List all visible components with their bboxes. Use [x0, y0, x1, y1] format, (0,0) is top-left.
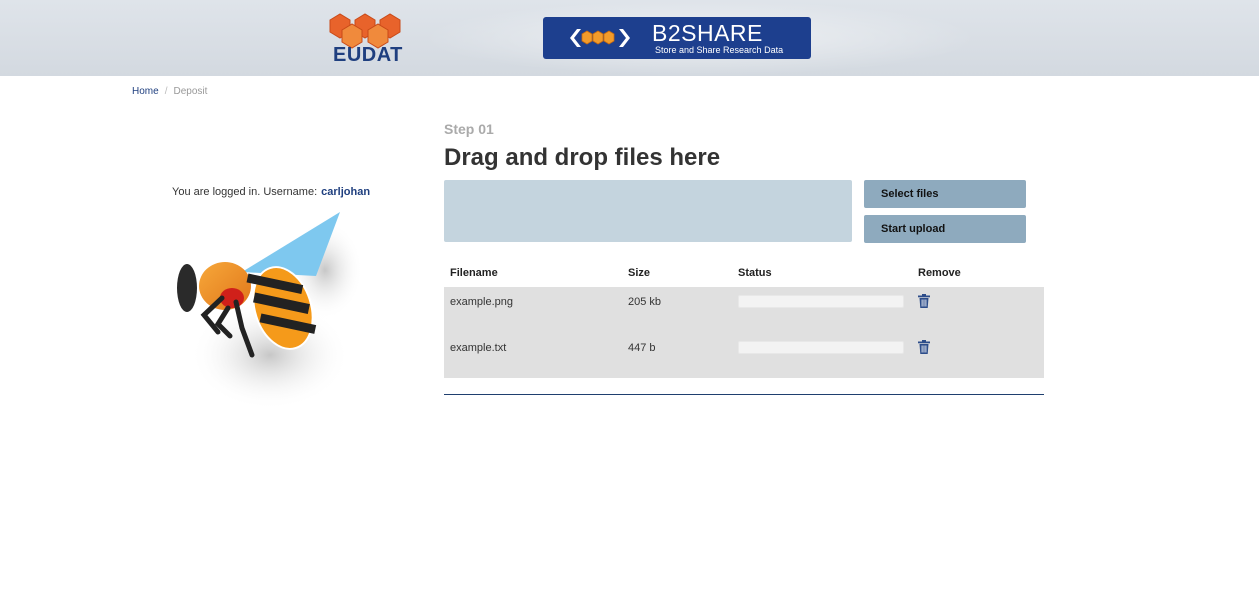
step-label: Step 01: [444, 121, 494, 137]
username-link[interactable]: carljohan: [321, 186, 370, 198]
drop-zone[interactable]: [444, 180, 852, 242]
filename-cell: example.png: [450, 296, 513, 308]
size-cell: 205 kb: [628, 296, 662, 308]
breadcrumb: Home / Deposit: [132, 86, 207, 97]
filename-cell: example.txt: [450, 342, 507, 354]
site-header: EUDAT B2SHARE Store and Share Research D…: [0, 0, 1259, 76]
b2share-subtitle: Store and Share Research Data: [655, 45, 784, 55]
upload-progress-bar: [738, 295, 904, 308]
trash-icon[interactable]: [918, 340, 930, 354]
b2share-logo-icon: [570, 29, 630, 47]
select-files-button[interactable]: Select files: [864, 180, 1026, 208]
login-status: You are logged in. Username: carljohan: [172, 186, 370, 198]
upload-progress-bar: [738, 341, 904, 354]
breadcrumb-home-link[interactable]: Home: [132, 86, 159, 97]
column-header-remove: Remove: [918, 267, 961, 279]
breadcrumb-current: Deposit: [173, 86, 208, 97]
eudat-wordmark: EUDAT: [333, 44, 403, 66]
page-title: Drag and drop files here: [444, 144, 721, 171]
column-header-filename: Filename: [450, 267, 498, 279]
trash-icon[interactable]: [918, 294, 930, 308]
breadcrumb-separator: /: [164, 86, 168, 97]
bee-mascot-icon: [177, 212, 363, 410]
divider: [444, 394, 1044, 395]
start-upload-button[interactable]: Start upload: [864, 215, 1026, 243]
size-cell: 447 b: [628, 342, 656, 354]
column-header-size: Size: [628, 267, 651, 279]
login-text: You are logged in. Username:: [172, 186, 318, 198]
column-header-status: Status: [738, 267, 772, 279]
b2share-title: B2SHARE: [652, 20, 763, 46]
